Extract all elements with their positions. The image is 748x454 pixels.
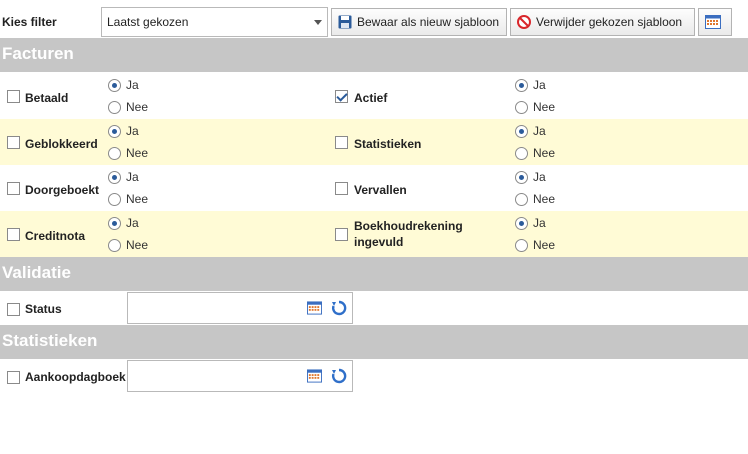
filter-checkbox[interactable] bbox=[335, 228, 348, 241]
calendar-icon[interactable] bbox=[307, 369, 322, 383]
radio-no-label: Nee bbox=[533, 238, 556, 252]
radio-no[interactable] bbox=[515, 193, 528, 206]
aankoopdagboek-field[interactable] bbox=[127, 360, 353, 392]
delete-template-label: Verwijder gekozen sjabloon bbox=[536, 15, 683, 29]
radio-no-label: Nee bbox=[533, 192, 556, 206]
radio-no-label: Nee bbox=[126, 192, 149, 206]
radio-yes-label: Ja bbox=[126, 216, 139, 230]
section-header-validatie: Validatie bbox=[0, 257, 748, 291]
aankoopdagboek-label: Aankoopdagboek bbox=[25, 370, 126, 384]
calendar-button[interactable] bbox=[698, 8, 732, 36]
status-label: Status bbox=[25, 302, 62, 316]
filter-checkbox[interactable] bbox=[7, 90, 20, 103]
radio-yes[interactable] bbox=[515, 171, 528, 184]
section-header-facturen: Facturen bbox=[0, 38, 748, 72]
radio-no[interactable] bbox=[108, 239, 121, 252]
radio-yes[interactable] bbox=[515, 125, 528, 138]
status-field[interactable] bbox=[127, 292, 353, 324]
radio-no[interactable] bbox=[515, 147, 528, 160]
calendar-icon bbox=[704, 15, 721, 29]
radio-yes-label: Ja bbox=[126, 124, 139, 138]
calendar-icon[interactable] bbox=[307, 301, 322, 315]
radio-yes-label: Ja bbox=[126, 78, 139, 92]
filter-checkbox[interactable] bbox=[7, 228, 20, 241]
radio-yes[interactable] bbox=[108, 79, 121, 92]
radio-yes-label: Ja bbox=[533, 170, 546, 184]
radio-yes-label: Ja bbox=[533, 78, 546, 92]
radio-no-label: Nee bbox=[126, 100, 149, 114]
filter-checkbox-label: Statistieken bbox=[354, 137, 422, 151]
radio-no-label: Nee bbox=[533, 100, 556, 114]
radio-no[interactable] bbox=[108, 101, 121, 114]
radio-yes[interactable] bbox=[515, 217, 528, 230]
radio-yes[interactable] bbox=[515, 79, 528, 92]
section-header-statistieken: Statistieken bbox=[0, 325, 748, 359]
radio-yes-label: Ja bbox=[533, 124, 546, 138]
radio-no[interactable] bbox=[108, 147, 121, 160]
filter-label: Kies filter bbox=[2, 15, 57, 29]
filter-checkbox-label: Vervallen bbox=[354, 183, 407, 197]
reset-icon[interactable] bbox=[331, 300, 347, 316]
radio-no[interactable] bbox=[515, 101, 528, 114]
radio-no[interactable] bbox=[108, 193, 121, 206]
aankoopdagboek-checkbox[interactable] bbox=[7, 371, 20, 384]
radio-no-label: Nee bbox=[126, 238, 149, 252]
delete-template-button[interactable]: Verwijder gekozen sjabloon bbox=[510, 8, 695, 36]
radio-no[interactable] bbox=[515, 239, 528, 252]
filter-checkbox-label: Actief bbox=[354, 91, 388, 105]
filter-checkbox-label: Boekhoudrekening ingevuld bbox=[354, 219, 463, 249]
radio-yes[interactable] bbox=[108, 125, 121, 138]
chevron-down-icon bbox=[314, 20, 322, 25]
reset-icon[interactable] bbox=[331, 368, 347, 384]
filter-checkbox[interactable] bbox=[7, 182, 20, 195]
status-checkbox[interactable] bbox=[7, 303, 20, 316]
forbidden-icon bbox=[517, 15, 531, 29]
radio-yes[interactable] bbox=[108, 171, 121, 184]
filter-select-value: Laatst gekozen bbox=[107, 15, 189, 29]
radio-no-label: Nee bbox=[126, 146, 149, 160]
save-template-button[interactable]: Bewaar als nieuw sjabloon bbox=[331, 8, 507, 36]
filter-checkbox[interactable] bbox=[7, 136, 20, 149]
radio-no-label: Nee bbox=[533, 146, 556, 160]
filter-checkbox[interactable] bbox=[335, 182, 348, 195]
radio-yes-label: Ja bbox=[533, 216, 546, 230]
radio-yes-label: Ja bbox=[126, 170, 139, 184]
filter-checkbox[interactable] bbox=[335, 136, 348, 149]
save-icon bbox=[338, 15, 352, 29]
radio-yes[interactable] bbox=[108, 217, 121, 230]
filter-checkbox[interactable] bbox=[335, 90, 348, 103]
save-template-label: Bewaar als nieuw sjabloon bbox=[357, 15, 500, 29]
filter-select[interactable]: Laatst gekozen bbox=[101, 7, 328, 37]
